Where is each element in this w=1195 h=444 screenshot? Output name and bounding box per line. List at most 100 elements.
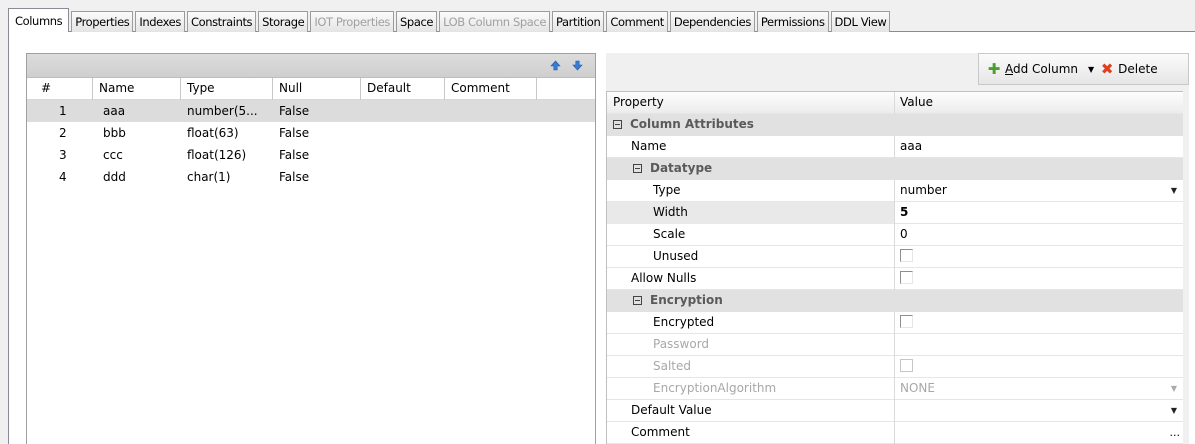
row-number: 2 [59, 126, 67, 140]
columns-grid-body: 1 aaa number(5... False 2 bbb float(63) … [27, 100, 595, 188]
header-name[interactable]: Name [93, 78, 181, 100]
scale-value-field[interactable]: 0 [895, 224, 1183, 246]
category-column-attributes[interactable]: Column Attributes [607, 114, 1183, 136]
header-number[interactable]: # [27, 78, 93, 100]
property-label: Default Value [607, 400, 895, 422]
row-type: float(126) [187, 148, 247, 162]
tab-ddl-view[interactable]: DDL View [830, 11, 891, 32]
salted-checkbox [900, 359, 913, 372]
tab-permissions[interactable]: Permissions [756, 11, 829, 32]
name-value-field[interactable]: aaa [895, 136, 1183, 158]
row-name: ccc [103, 148, 123, 162]
ellipsis-button[interactable]: ... [1170, 422, 1181, 443]
columns-list-toolbar [27, 54, 595, 78]
tab-storage[interactable]: Storage [258, 11, 309, 32]
row-default [361, 100, 445, 122]
property-label: Encrypted [607, 312, 895, 334]
tab-indexes[interactable]: Indexes [135, 11, 185, 32]
table-row[interactable]: 1 aaa number(5... False [27, 100, 595, 122]
width-value-field[interactable]: 5 [895, 202, 1183, 224]
property-label: Type [607, 180, 895, 202]
chevron-down-icon[interactable]: ▼ [1171, 400, 1177, 421]
tab-space[interactable]: Space [396, 11, 438, 32]
chevron-down-icon[interactable]: ▼ [1171, 180, 1177, 201]
property-row-name[interactable]: Name aaa [607, 136, 1183, 158]
property-label: Scale [607, 224, 895, 246]
allow-nulls-checkbox[interactable] [900, 271, 913, 284]
property-row-default-value[interactable]: Default Value ▼ [607, 400, 1183, 422]
property-row-allow-nulls[interactable]: Allow Nulls [607, 268, 1183, 290]
delete-icon: ✖ [1100, 59, 1114, 78]
property-toolbar: ✚ Add Column ▼ ✖ Delete [978, 53, 1189, 85]
move-down-button[interactable] [571, 59, 583, 71]
header-null[interactable]: Null [273, 78, 361, 100]
collapse-icon[interactable] [633, 296, 642, 305]
type-select[interactable]: number ▼ [895, 180, 1183, 202]
row-name: ddd [103, 170, 126, 184]
columns-grid-header: # Name Type Null Default Comment [27, 78, 595, 100]
tab-constraints[interactable]: Constraints [186, 11, 257, 32]
default-value-select[interactable]: ▼ [895, 400, 1183, 422]
category-datatype[interactable]: Datatype [607, 158, 1183, 180]
row-type: float(63) [187, 126, 239, 140]
row-default [361, 122, 445, 144]
property-row-encrypted[interactable]: Encrypted [607, 312, 1183, 334]
category-encryption[interactable]: Encryption [607, 290, 1183, 312]
tab-partition[interactable]: Partition [552, 11, 605, 32]
row-default [361, 166, 445, 188]
table-row[interactable]: 2 bbb float(63) False [27, 122, 595, 144]
property-row-type[interactable]: Type number ▼ [607, 180, 1183, 202]
row-number: 3 [59, 148, 67, 162]
add-column-button[interactable]: ✚ Add Column [987, 59, 1079, 78]
comment-value-field[interactable]: ... [895, 422, 1183, 444]
property-label: Width [607, 202, 895, 224]
add-column-label: Add Column [1005, 62, 1079, 76]
property-row-width[interactable]: Width 5 [607, 202, 1183, 224]
delete-button[interactable]: ✖ Delete [1100, 59, 1158, 78]
row-name: bbb [103, 126, 126, 140]
property-row-unused[interactable]: Unused [607, 246, 1183, 268]
property-row-comment[interactable]: Comment ... [607, 422, 1183, 444]
row-null: False [279, 126, 310, 140]
header-value: Value [900, 95, 933, 109]
property-panel: ✚ Add Column ▼ ✖ Delete Property Value C… [606, 53, 1189, 444]
property-grid: Property Value Column Attributes Name aa… [606, 91, 1183, 444]
row-comment [445, 100, 537, 122]
tab-lob-column-space: LOB Column Space [439, 11, 550, 32]
tab-dependencies[interactable]: Dependencies [669, 11, 755, 32]
property-label: EncryptionAlgorithm [607, 378, 895, 400]
table-row[interactable]: 3 ccc float(126) False [27, 144, 595, 166]
plus-icon: ✚ [987, 59, 1001, 78]
tab-properties[interactable]: Properties [71, 11, 134, 32]
property-label: Unused [607, 246, 895, 268]
row-null: False [279, 170, 310, 184]
category-label: Encryption [650, 293, 723, 307]
row-number: 4 [59, 170, 67, 184]
collapse-icon[interactable] [633, 164, 642, 173]
tab-comment[interactable]: Comment [606, 11, 668, 32]
encryption-algorithm-select: NONE ▼ [895, 378, 1183, 400]
row-number: 1 [59, 104, 67, 118]
move-up-button[interactable] [549, 59, 561, 71]
row-comment [445, 144, 537, 166]
chevron-down-icon: ▼ [1170, 384, 1177, 393]
category-label: Column Attributes [630, 117, 754, 131]
category-label: Datatype [650, 161, 713, 175]
encrypted-checkbox[interactable] [900, 315, 913, 328]
tab-columns[interactable]: Columns [8, 8, 70, 32]
header-type[interactable]: Type [181, 78, 273, 100]
table-row[interactable]: 4 ddd char(1) False [27, 166, 595, 188]
header-comment[interactable]: Comment [445, 78, 537, 100]
property-row-scale[interactable]: Scale 0 [607, 224, 1183, 246]
header-default[interactable]: Default [361, 78, 445, 100]
tab-strip: Columns Properties Indexes Constraints S… [8, 8, 892, 32]
row-default [361, 144, 445, 166]
property-label: Password [607, 334, 895, 356]
collapse-icon[interactable] [613, 120, 622, 129]
tab-iot-properties: IOT Properties [310, 11, 395, 32]
row-name: aaa [103, 104, 126, 118]
arrow-down-icon [571, 60, 583, 70]
property-row-encryption-algorithm: EncryptionAlgorithm NONE ▼ [607, 378, 1183, 400]
unused-checkbox[interactable] [900, 249, 913, 262]
add-column-dropdown-icon[interactable]: ▼ [1088, 65, 1094, 74]
